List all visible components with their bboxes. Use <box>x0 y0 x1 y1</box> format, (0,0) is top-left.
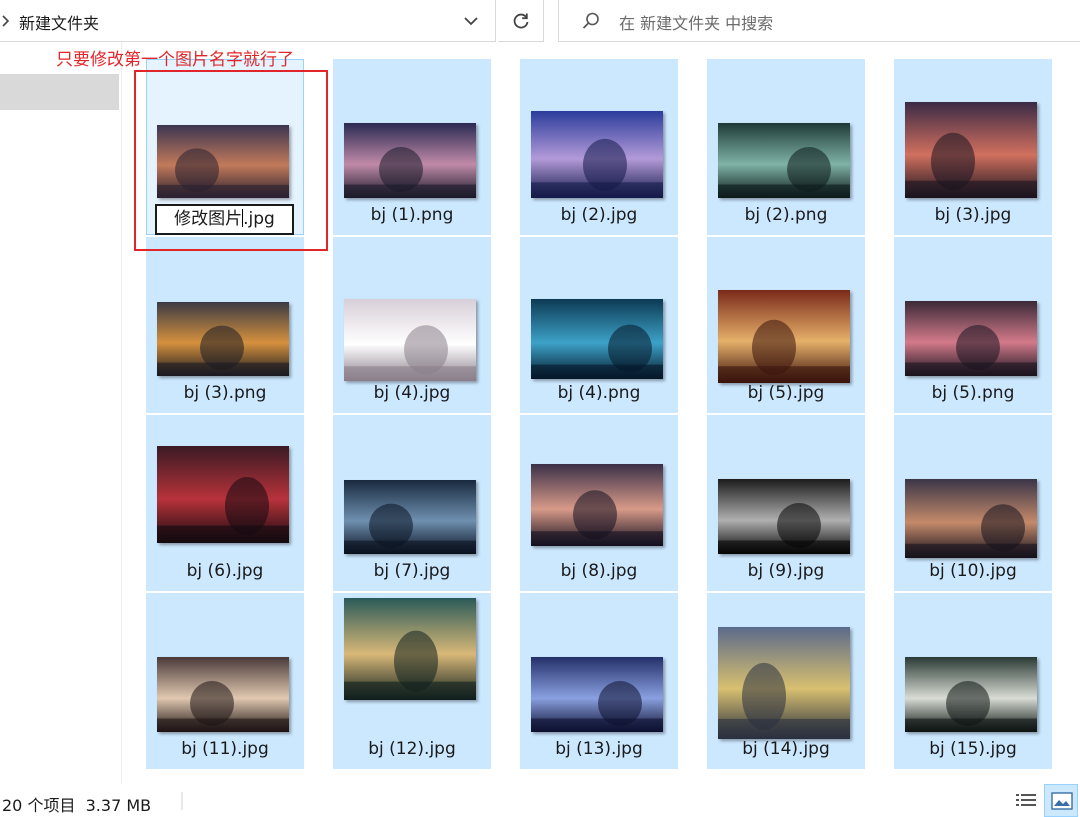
file-name[interactable]: bj (5).jpg <box>707 383 865 403</box>
file-name[interactable]: bj (11).jpg <box>146 739 304 759</box>
file-thumbnail[interactable] <box>531 111 663 198</box>
file-thumbnail[interactable] <box>531 657 663 732</box>
file-name[interactable]: bj (5).png <box>894 383 1052 403</box>
file-explorer-window: 新建文件夹 在 新建文件夹 中搜索 修改图片.jpg bj (1).png bj (… <box>0 0 1080 817</box>
file-thumbnail[interactable] <box>718 479 850 554</box>
file-item[interactable]: bj (2).png <box>707 59 865 235</box>
file-item[interactable]: bj (13).jpg <box>520 593 678 769</box>
file-name[interactable]: bj (12).jpg <box>333 739 491 759</box>
address-path[interactable]: 新建文件夹 <box>19 10 99 34</box>
file-thumbnail[interactable] <box>718 123 850 198</box>
file-thumbnail[interactable] <box>531 464 663 546</box>
file-item[interactable]: bj (5).png <box>894 237 1052 413</box>
address-bar[interactable]: 新建文件夹 <box>0 0 496 42</box>
file-name[interactable]: bj (10).jpg <box>894 561 1052 581</box>
file-thumbnail[interactable] <box>905 301 1037 376</box>
file-name[interactable]: bj (2).jpg <box>520 205 678 225</box>
chevron-down-icon[interactable] <box>460 11 482 31</box>
file-name[interactable]: bj (1).png <box>333 205 491 225</box>
file-thumbnail[interactable] <box>157 302 289 376</box>
file-name[interactable]: bj (13).jpg <box>520 739 678 759</box>
file-name[interactable]: bj (6).jpg <box>146 561 304 581</box>
file-thumbnail[interactable] <box>905 657 1037 732</box>
file-item[interactable]: bj (8).jpg <box>520 415 678 591</box>
file-name[interactable]: bj (3).png <box>146 383 304 403</box>
file-name[interactable]: bj (14).jpg <box>707 739 865 759</box>
status-separator <box>181 792 183 810</box>
file-thumbnail[interactable] <box>344 598 476 700</box>
file-name[interactable]: bj (8).jpg <box>520 561 678 581</box>
file-item[interactable]: bj (15).jpg <box>894 593 1052 769</box>
file-thumbnail[interactable] <box>157 657 289 732</box>
file-name[interactable]: bj (4).jpg <box>333 383 491 403</box>
large-icons-view-icon <box>1051 792 1073 810</box>
file-item[interactable]: bj (3).png <box>146 237 304 413</box>
file-item[interactable]: bj (5).jpg <box>707 237 865 413</box>
file-name[interactable]: bj (3).jpg <box>894 205 1052 225</box>
toolbar: 新建文件夹 在 新建文件夹 中搜索 <box>0 0 1080 42</box>
file-thumbnail[interactable] <box>157 446 289 543</box>
details-view-icon <box>1016 794 1036 806</box>
file-name[interactable]: bj (15).jpg <box>894 739 1052 759</box>
refresh-button[interactable] <box>498 0 544 42</box>
file-item[interactable]: 修改图片.jpg <box>146 59 304 235</box>
file-thumbnail[interactable] <box>905 479 1037 558</box>
large-icons-view-button[interactable] <box>1044 784 1078 817</box>
status-bar: 20 个项目 3.37 MB <box>0 784 1080 817</box>
file-thumbnail[interactable] <box>344 299 476 381</box>
file-item[interactable]: bj (1).png <box>333 59 491 235</box>
rename-input-text-end: .jpg <box>243 209 275 229</box>
file-name[interactable]: bj (9).jpg <box>707 561 865 581</box>
file-thumbnail[interactable] <box>157 125 289 198</box>
file-name[interactable]: bj (2).png <box>707 205 865 225</box>
file-item[interactable]: bj (2).jpg <box>520 59 678 235</box>
file-thumbnail[interactable] <box>344 123 476 198</box>
file-item[interactable]: bj (3).jpg <box>894 59 1052 235</box>
file-thumbnail[interactable] <box>531 299 663 379</box>
file-item[interactable]: bj (6).jpg <box>146 415 304 591</box>
navigation-pane[interactable] <box>0 42 122 784</box>
file-item[interactable]: bj (4).png <box>520 237 678 413</box>
file-item[interactable]: bj (12).jpg <box>333 593 491 769</box>
file-thumbnail[interactable] <box>718 290 850 383</box>
file-name[interactable]: bj (4).png <box>520 383 678 403</box>
file-item[interactable]: bj (7).jpg <box>333 415 491 591</box>
chevron-right-icon[interactable] <box>1 13 11 29</box>
rename-input-text-start: 修改图片 <box>174 209 243 229</box>
annotation-text: 只要修改第一个图片名字就行了 <box>56 50 294 70</box>
file-item[interactable]: bj (14).jpg <box>707 593 865 769</box>
file-thumbnail[interactable] <box>344 480 476 554</box>
search-icon <box>582 12 599 29</box>
rename-input[interactable]: 修改图片.jpg <box>155 204 294 235</box>
file-item[interactable]: bj (4).jpg <box>333 237 491 413</box>
nav-selected-item[interactable] <box>0 74 119 110</box>
file-item[interactable]: bj (11).jpg <box>146 593 304 769</box>
search-placeholder[interactable]: 在 新建文件夹 中搜索 <box>619 10 773 34</box>
file-item[interactable]: bj (10).jpg <box>894 415 1052 591</box>
file-name[interactable]: bj (7).jpg <box>333 561 491 581</box>
file-thumbnail[interactable] <box>718 627 850 739</box>
file-thumbnail[interactable] <box>905 102 1037 198</box>
details-view-button[interactable] <box>1014 790 1038 812</box>
refresh-icon <box>513 13 529 29</box>
file-item[interactable]: bj (9).jpg <box>707 415 865 591</box>
search-box[interactable]: 在 新建文件夹 中搜索 <box>558 0 1080 42</box>
